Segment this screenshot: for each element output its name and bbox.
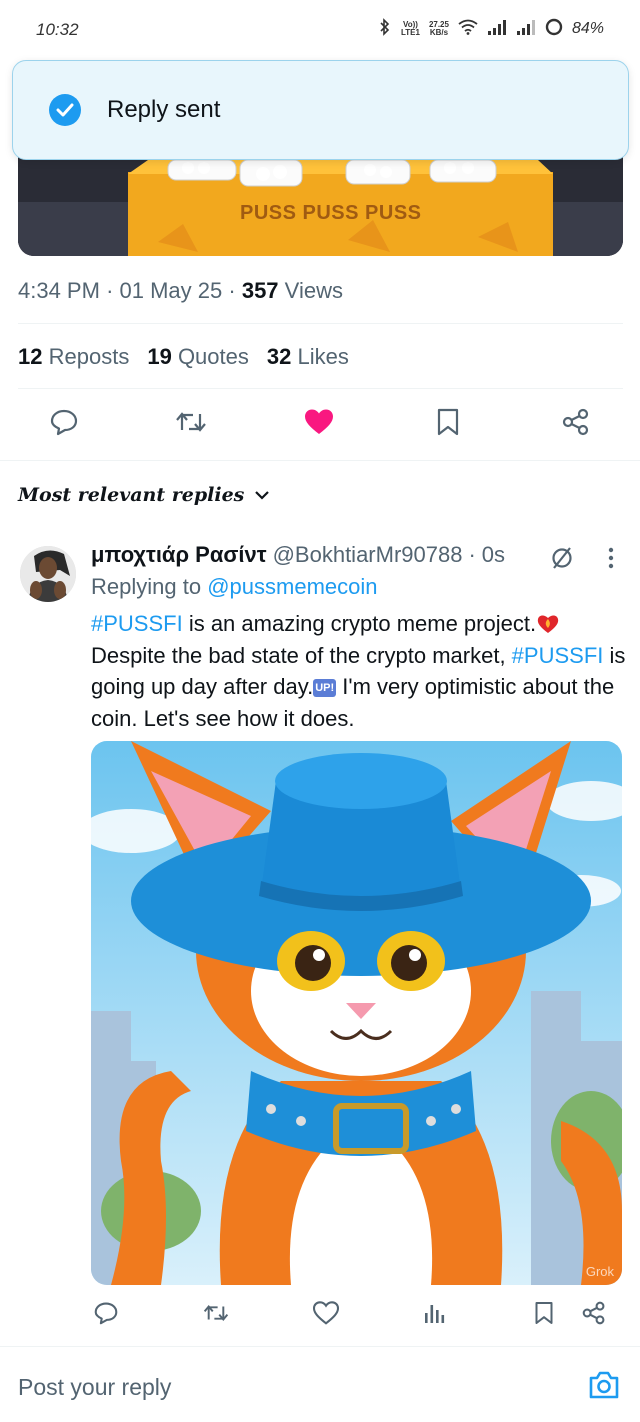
network-type-indicator: Vo)) LTE1	[400, 19, 420, 37]
views-count: 357	[241, 278, 279, 303]
views-label: Views	[284, 278, 343, 303]
heart-filled-icon	[304, 408, 334, 441]
grok-watermark: Grok	[585, 1264, 614, 1279]
up-emoji: UP!	[313, 679, 337, 698]
bluetooth-icon	[378, 18, 392, 39]
bookmark-icon	[436, 408, 460, 441]
tweet-meta: 4:34 PM · 01 May 25 · 357 Views	[18, 278, 343, 303]
battery-icon	[545, 18, 563, 39]
network-speed-indicator: 27.25 KB/s	[428, 19, 449, 37]
section-divider	[0, 460, 640, 461]
signal-icon	[516, 19, 536, 38]
tweet-image-caption: PUSS PUSS PUSS	[240, 202, 422, 224]
reply-composer-input[interactable]: Post your reply	[18, 1374, 171, 1401]
share-icon	[582, 1301, 606, 1330]
divider	[18, 388, 623, 389]
reply-age: 0s	[481, 542, 506, 567]
tweet-stats: 12 Reposts 19 Quotes 32 Likes	[18, 344, 349, 370]
replying-to: Replying to @pussmemecoin	[91, 574, 378, 599]
status-icons: Vo)) LTE1 27.25 KB/s 84%	[378, 18, 604, 39]
share-button[interactable]	[560, 406, 592, 442]
reply-sent-toast: Reply sent	[12, 60, 629, 160]
camera-icon[interactable]	[588, 1370, 620, 1405]
reply-header: μποχτιάρ Ρασίντ @BokhtiarMr90788 · 0s	[91, 542, 506, 568]
tweet-time: 4:34 PM	[18, 278, 100, 303]
reply-image[interactable]: Grok	[91, 741, 622, 1285]
chevron-down-icon	[254, 484, 270, 506]
reply-actions	[0, 1296, 640, 1336]
reply-bookmark-button[interactable]	[530, 1300, 558, 1330]
hashtag[interactable]: #PUSSFI	[91, 611, 183, 636]
signal-icon	[487, 19, 507, 38]
divider	[18, 323, 623, 324]
reply-display-name[interactable]: μποχτιάρ Ρασίντ	[91, 542, 267, 568]
reply-text: #PUSSFI is an amazing crypto meme projec…	[91, 611, 626, 731]
avatar[interactable]	[20, 546, 76, 602]
heart-on-fire-emoji	[536, 611, 560, 636]
check-circle-icon	[49, 94, 81, 126]
bookmark-icon	[534, 1301, 554, 1330]
status-bar: 10:32 Vo)) LTE1 27.25 KB/s 84%	[0, 0, 640, 60]
comment-icon	[50, 408, 78, 441]
reply-handle[interactable]: @BokhtiarMr90788	[273, 542, 463, 568]
share-icon	[562, 408, 590, 441]
hashtag[interactable]: #PUSSFI	[512, 643, 604, 668]
status-time: 10:32	[36, 20, 79, 39]
repost-icon	[203, 1301, 229, 1330]
reply-share-button[interactable]	[580, 1300, 608, 1330]
reposts-stat[interactable]: 12 Reposts	[18, 344, 129, 370]
reply-comment-button[interactable]	[92, 1300, 120, 1330]
repost-icon	[175, 408, 207, 441]
quotes-stat[interactable]: 19 Quotes	[147, 344, 249, 370]
reply-like-button[interactable]	[312, 1300, 340, 1330]
analytics-icon	[423, 1301, 445, 1330]
repost-button[interactable]	[175, 406, 207, 442]
replies-sort-label: Most relevant replies	[18, 484, 245, 506]
grok-icon[interactable]	[549, 545, 575, 576]
tweet-date: 01 May 25	[119, 278, 223, 303]
composer-divider	[0, 1346, 640, 1347]
wifi-icon	[458, 19, 478, 38]
like-button[interactable]	[303, 406, 335, 442]
reply-views-button[interactable]	[420, 1300, 448, 1330]
reply-repost-button[interactable]	[202, 1300, 230, 1330]
bookmark-button[interactable]	[432, 406, 464, 442]
more-options-icon[interactable]	[601, 545, 621, 576]
toast-message: Reply sent	[107, 96, 221, 123]
reply-button[interactable]	[48, 406, 80, 442]
replies-sort-dropdown[interactable]: Most relevant replies	[18, 484, 270, 506]
battery-percent: 84%	[571, 19, 604, 37]
likes-stat[interactable]: 32 Likes	[267, 344, 349, 370]
comment-icon	[94, 1301, 118, 1330]
tweet-actions	[0, 400, 640, 452]
heart-icon	[312, 1300, 340, 1330]
replying-to-handle[interactable]: @pussmemecoin	[207, 574, 377, 599]
